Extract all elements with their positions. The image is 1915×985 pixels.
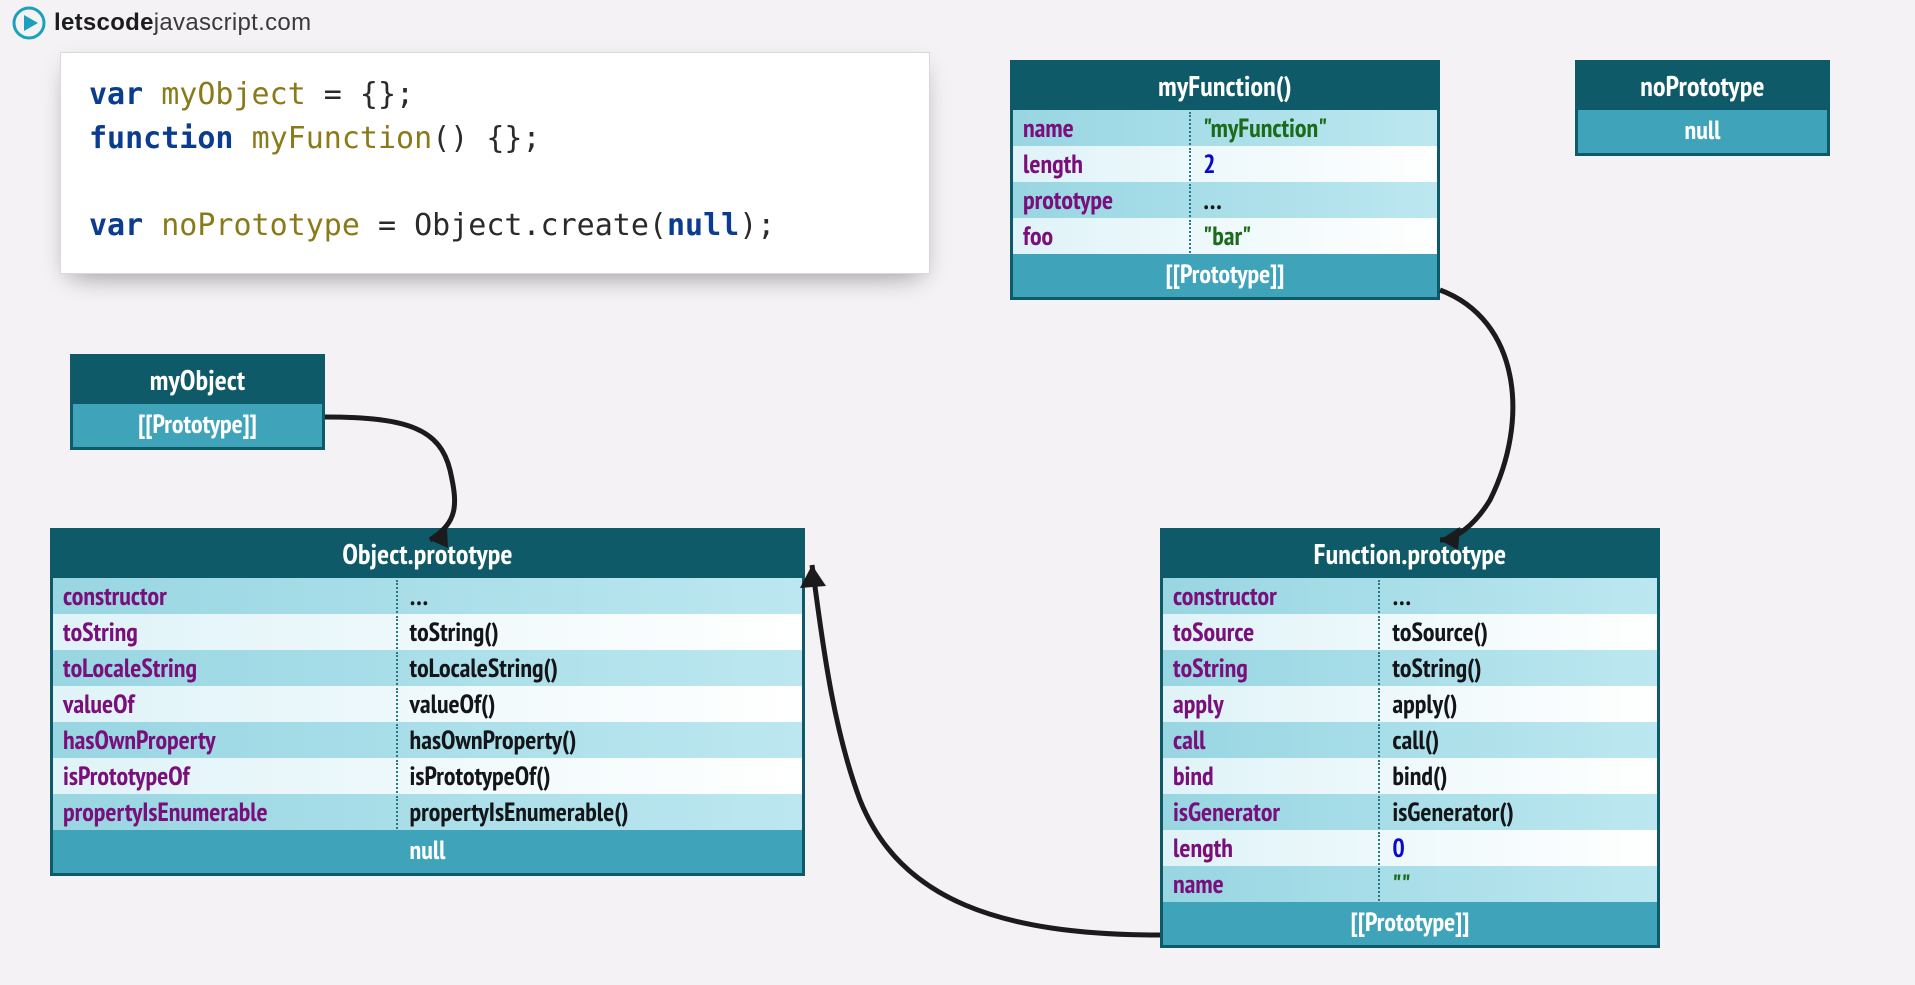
row-key: length xyxy=(1163,832,1380,865)
code-pun: = {}; xyxy=(306,77,414,112)
box-footer: [[Prototype]] xyxy=(1163,902,1657,945)
box-myobject: myObject [[Prototype]] xyxy=(70,354,325,450)
table-row: toStringtoString() xyxy=(1163,650,1657,686)
row-value: valueOf() xyxy=(398,688,802,721)
row-value: … xyxy=(398,580,802,613)
code-pun: = Object.create( xyxy=(360,208,667,243)
logo: letscodejavascript.com xyxy=(12,6,311,40)
row-key: constructor xyxy=(1163,580,1380,613)
table-row: prototype… xyxy=(1013,182,1437,218)
row-key: foo xyxy=(1013,220,1191,253)
box-object-prototype: Object.prototype constructor…toStringtoS… xyxy=(50,528,805,876)
row-value: "myFunction" xyxy=(1191,112,1437,145)
row-key: toString xyxy=(53,616,398,649)
logo-bold: letscode xyxy=(54,9,154,36)
code-id: noPrototype xyxy=(161,208,360,243)
box-footer: [[Prototype]] xyxy=(73,404,322,447)
box-rows: name"myFunction"length2prototype…foo"bar… xyxy=(1013,110,1437,254)
box-title: myFunction() xyxy=(1013,63,1437,110)
table-row: toLocaleStringtoLocaleString() xyxy=(53,650,802,686)
box-rows: constructor…toStringtoString()toLocaleSt… xyxy=(53,578,802,830)
row-key: toString xyxy=(1163,652,1380,685)
code-panel: var myObject = {}; function myFunction()… xyxy=(60,52,930,274)
box-footer: [[Prototype]] xyxy=(1013,254,1437,297)
row-key: length xyxy=(1013,148,1191,181)
table-row: name"" xyxy=(1163,866,1657,902)
row-value: … xyxy=(1191,184,1437,217)
row-key: constructor xyxy=(53,580,398,613)
logo-icon xyxy=(12,6,46,40)
table-row: toSourcetoSource() xyxy=(1163,614,1657,650)
logo-rest: javascript.com xyxy=(154,9,312,36)
code-pun: ); xyxy=(739,208,775,243)
code-id: myObject xyxy=(161,77,306,112)
box-title: myObject xyxy=(73,357,322,404)
row-value: bind() xyxy=(1380,760,1657,793)
box-myfunction: myFunction() name"myFunction"length2prot… xyxy=(1010,60,1440,300)
box-footer: null xyxy=(53,830,802,873)
row-key: isPrototypeOf xyxy=(53,760,398,793)
code-null: null xyxy=(667,208,739,243)
table-row: length0 xyxy=(1163,830,1657,866)
table-row: bindbind() xyxy=(1163,758,1657,794)
box-title: Object.prototype xyxy=(53,531,802,578)
row-key: hasOwnProperty xyxy=(53,724,398,757)
table-row: valueOfvalueOf() xyxy=(53,686,802,722)
row-key: toLocaleString xyxy=(53,652,398,685)
table-row: callcall() xyxy=(1163,722,1657,758)
row-key: prototype xyxy=(1013,184,1191,217)
box-noprototype: noPrototype null xyxy=(1575,60,1830,156)
row-value: toSource() xyxy=(1380,616,1657,649)
row-value: toString() xyxy=(1380,652,1657,685)
row-value: 0 xyxy=(1380,832,1657,865)
row-value: toString() xyxy=(398,616,802,649)
table-row: propertyIsEnumerablepropertyIsEnumerable… xyxy=(53,794,802,830)
table-row: length2 xyxy=(1013,146,1437,182)
code-id: myFunction xyxy=(252,121,433,156)
code-kw: var xyxy=(89,208,143,243)
row-value: isGenerator() xyxy=(1380,796,1657,829)
row-value: … xyxy=(1380,580,1657,613)
table-row: constructor… xyxy=(53,578,802,614)
row-key: call xyxy=(1163,724,1380,757)
code-pun: () {}; xyxy=(432,121,540,156)
box-function-prototype: Function.prototype constructor…toSourcet… xyxy=(1160,528,1660,948)
row-key: isGenerator xyxy=(1163,796,1380,829)
row-key: propertyIsEnumerable xyxy=(53,796,398,829)
row-key: toSource xyxy=(1163,616,1380,649)
row-key: name xyxy=(1163,868,1380,901)
table-row: toStringtoString() xyxy=(53,614,802,650)
table-row: applyapply() xyxy=(1163,686,1657,722)
table-row: constructor… xyxy=(1163,578,1657,614)
box-footer: null xyxy=(1578,110,1827,153)
row-value: toLocaleString() xyxy=(398,652,802,685)
row-value: "" xyxy=(1380,868,1657,901)
box-title: noPrototype xyxy=(1578,63,1827,110)
row-value: call() xyxy=(1380,724,1657,757)
box-rows: constructor…toSourcetoSource()toStringto… xyxy=(1163,578,1657,902)
row-value: isPrototypeOf() xyxy=(398,760,802,793)
row-value: 2 xyxy=(1191,148,1437,181)
row-key: valueOf xyxy=(53,688,398,721)
row-value: hasOwnProperty() xyxy=(398,724,802,757)
table-row: hasOwnPropertyhasOwnProperty() xyxy=(53,722,802,758)
row-value: apply() xyxy=(1380,688,1657,721)
code-kw: var xyxy=(89,77,143,112)
table-row: isPrototypeOfisPrototypeOf() xyxy=(53,758,802,794)
row-key: bind xyxy=(1163,760,1380,793)
row-key: name xyxy=(1013,112,1191,145)
table-row: foo"bar" xyxy=(1013,218,1437,254)
row-value: propertyIsEnumerable() xyxy=(398,796,802,829)
row-value: "bar" xyxy=(1191,220,1437,253)
table-row: isGeneratorisGenerator() xyxy=(1163,794,1657,830)
box-title: Function.prototype xyxy=(1163,531,1657,578)
table-row: name"myFunction" xyxy=(1013,110,1437,146)
code-kw: function xyxy=(89,121,234,156)
logo-text: letscodejavascript.com xyxy=(54,9,311,37)
row-key: apply xyxy=(1163,688,1380,721)
